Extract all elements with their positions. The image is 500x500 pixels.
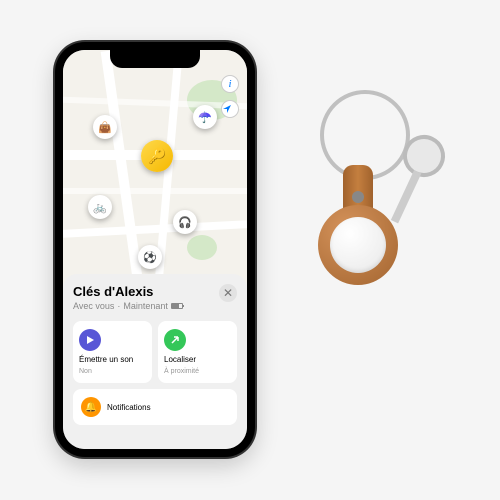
map-pin-umbrella[interactable]: ☂️ [193, 105, 217, 129]
map-view[interactable]: 👜 ☂️ 🔑 🚲 🎧 ⚽ i [63, 50, 247, 300]
play-sound-label: Émettre un son [79, 355, 146, 364]
play-sound-sub: Non [79, 368, 146, 375]
phone-frame: 👜 ☂️ 🔑 🚲 🎧 ⚽ i [55, 42, 255, 457]
info-icon: i [228, 78, 231, 90]
umbrella-icon: ☂️ [198, 111, 212, 124]
item-subtitle: Avec vous · Maintenant [73, 301, 183, 311]
notifications-label: Notifications [107, 403, 151, 412]
location-arrow-icon [222, 104, 232, 114]
notifications-card[interactable]: 🔔 Notifications [73, 389, 237, 425]
ball-icon: ⚽ [143, 251, 157, 264]
close-button[interactable]: ✕ [219, 284, 237, 302]
locate-card[interactable]: Localiser À proximité [158, 321, 237, 383]
play-sound-card[interactable]: Émettre un son Non [73, 321, 152, 383]
map-locate-me-button[interactable] [221, 100, 239, 118]
airtag-keychain [300, 90, 440, 410]
bell-icon: 🔔 [81, 397, 101, 417]
close-icon: ✕ [223, 287, 233, 299]
item-title: Clés d'Alexis [73, 284, 183, 299]
map-info-button[interactable]: i [221, 75, 239, 93]
bag-icon: 👜 [98, 121, 112, 134]
locate-label: Localiser [164, 355, 231, 364]
screen: 👜 ☂️ 🔑 🚲 🎧 ⚽ i [63, 50, 247, 449]
play-icon [79, 329, 101, 351]
bike-icon: 🚲 [93, 201, 107, 214]
notch [110, 50, 200, 68]
battery-icon [171, 303, 183, 309]
locate-icon [164, 329, 186, 351]
key-icon: 🔑 [148, 147, 167, 165]
bottom-sheet: Clés d'Alexis Avec vous · Maintenant ✕ [63, 274, 247, 449]
map-pin-keys[interactable]: 🔑 [141, 140, 173, 172]
map-pin-bag[interactable]: 👜 [93, 115, 117, 139]
headphones-icon: 🎧 [178, 216, 192, 229]
map-pin-bike[interactable]: 🚲 [88, 195, 112, 219]
map-pin-headphones[interactable]: 🎧 [173, 210, 197, 234]
map-pin-ball[interactable]: ⚽ [138, 245, 162, 269]
airtag-device [330, 217, 386, 273]
leather-holder [318, 165, 398, 320]
locate-sub: À proximité [164, 368, 231, 375]
